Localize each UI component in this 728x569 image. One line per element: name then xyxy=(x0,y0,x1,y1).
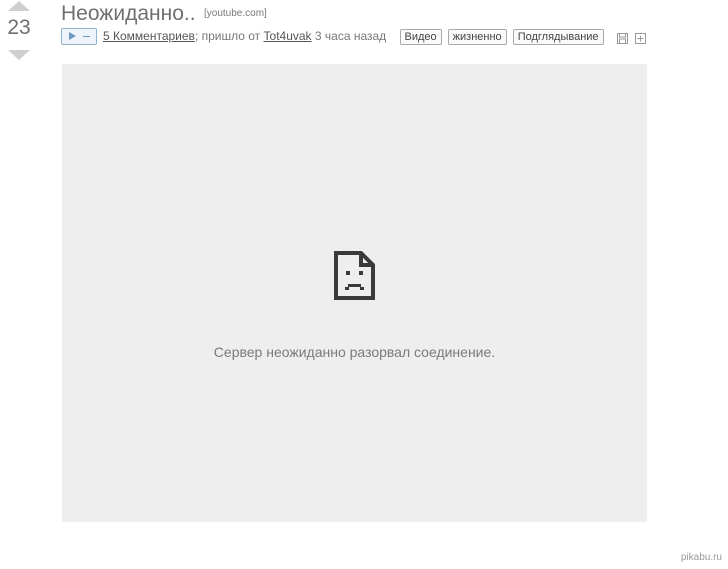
site-watermark: pikabu.ru xyxy=(680,552,722,563)
tag-podglyadyvanie[interactable]: Подглядывание xyxy=(512,28,604,45)
post-source: [youtube.com] xyxy=(204,8,267,19)
meta-separator: ; пришло от xyxy=(194,29,261,43)
post-title[interactable]: Неожиданно.. xyxy=(61,2,196,25)
vote-count: 23 xyxy=(7,16,31,39)
vote-panel: 23 xyxy=(0,0,40,64)
sad-file-icon xyxy=(334,251,375,305)
video-embed[interactable]: Сервер неожиданно разорвал соединение. xyxy=(62,64,647,522)
post-header: Неожиданно.. [youtube.com] xyxy=(61,2,267,26)
comments-link[interactable]: 5 Комментариев xyxy=(103,29,195,43)
vote-up-arrow-icon[interactable] xyxy=(8,1,30,11)
plus-icon[interactable] xyxy=(635,31,647,45)
minus-icon xyxy=(83,36,90,37)
save-icon[interactable] xyxy=(616,31,628,45)
tag-zhiznenno[interactable]: жизненно xyxy=(447,28,507,45)
author-link[interactable]: Tot4uvak xyxy=(264,29,312,43)
play-icon xyxy=(69,32,76,40)
tag-list: Видео жизненно Подглядывание xyxy=(399,27,610,45)
post-time: 3 часа назад xyxy=(314,29,387,43)
post-meta: 5 Комментариев; пришло от Tot4uvak 3 час… xyxy=(61,27,647,45)
expand-video-button[interactable] xyxy=(61,28,97,45)
vote-down-arrow-icon[interactable] xyxy=(8,50,30,60)
tag-video[interactable]: Видео xyxy=(399,28,442,45)
error-message: Сервер неожиданно разорвал соединение. xyxy=(213,344,496,360)
